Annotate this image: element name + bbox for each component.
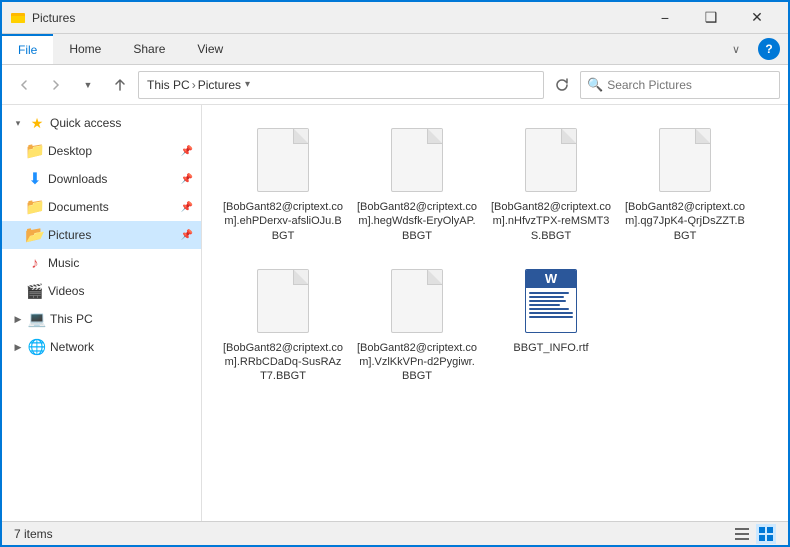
grid-view-button[interactable] (756, 524, 776, 544)
network-label: Network (50, 340, 193, 354)
pictures-label: Pictures (48, 228, 177, 242)
address-path[interactable]: This PC › Pictures ▾ (138, 71, 544, 99)
sidebar-item-network[interactable]: ▶ 🌐 Network (2, 333, 201, 361)
computer-icon: 💻 (28, 310, 46, 328)
refresh-button[interactable] (548, 71, 576, 99)
file-icon-3 (519, 124, 583, 196)
file-icon-5 (251, 265, 315, 337)
file-icon-2 (385, 124, 449, 196)
documents-label: Documents (48, 200, 177, 214)
music-label: Music (48, 256, 193, 270)
file-icon-1 (251, 124, 315, 196)
item-count: 7 items (14, 527, 53, 541)
window-icon (10, 10, 26, 26)
sidebar-item-downloads[interactable]: ⬇ Downloads 📌 (2, 165, 201, 193)
file-icon-6 (385, 265, 449, 337)
file-icon-7: W (519, 265, 583, 337)
videos-label: Videos (48, 284, 193, 298)
search-input[interactable] (607, 78, 773, 92)
music-folder-icon: ♪ (26, 254, 44, 272)
tab-view[interactable]: View (181, 34, 239, 64)
sidebar-item-documents[interactable]: 📁 Documents 📌 (2, 193, 201, 221)
file-name-5: [BobGant82@criptext.com].RRbCDaDq-SusRAz… (223, 341, 343, 384)
path-pictures: Pictures (198, 78, 241, 92)
minimize-button[interactable]: − (642, 2, 688, 34)
desktop-label: Desktop (48, 144, 177, 158)
sidebar-item-quick-access[interactable]: ▾ ★ Quick access (2, 109, 201, 137)
tab-share[interactable]: Share (117, 34, 181, 64)
sidebar-item-this-pc[interactable]: ▶ 💻 This PC (2, 305, 201, 333)
path-dropdown-icon: ▾ (245, 79, 250, 90)
main-content: ▾ ★ Quick access 📁 Desktop 📌 ⬇ Downloads… (2, 105, 788, 521)
pin-icon: 📌 (181, 146, 193, 157)
file-name-2: [BobGant82@criptext.com].hegWdsfk-EryOly… (357, 200, 477, 243)
file-item[interactable]: [BobGant82@criptext.com].nHfvzTPX-reMSMT… (486, 117, 616, 250)
videos-folder-icon: 🎬 (26, 282, 44, 300)
list-view-button[interactable] (732, 524, 752, 544)
ribbon-tabs: File Home Share View ∨ ? (2, 34, 788, 64)
pin-icon-docs: 📌 (181, 202, 193, 213)
window-controls: − ❑ ✕ (642, 2, 780, 34)
downloads-label: Downloads (48, 172, 177, 186)
file-icon-4 (653, 124, 717, 196)
toggle-network: ▶ (10, 339, 26, 355)
network-icon: 🌐 (28, 338, 46, 356)
back-button[interactable] (10, 71, 38, 99)
pin-icon-pics: 📌 (181, 230, 193, 241)
file-name-1: [BobGant82@criptext.com].ehPDerxv-afsliO… (223, 200, 343, 243)
sidebar: ▾ ★ Quick access 📁 Desktop 📌 ⬇ Downloads… (2, 105, 202, 521)
sidebar-item-desktop[interactable]: 📁 Desktop 📌 (2, 137, 201, 165)
ribbon-collapse-button[interactable]: ∨ (726, 38, 754, 60)
tab-home[interactable]: Home (53, 34, 117, 64)
sidebar-item-music[interactable]: ♪ Music (2, 249, 201, 277)
pictures-folder-icon: 📂 (26, 226, 44, 244)
close-button[interactable]: ✕ (734, 2, 780, 34)
pin-icon-dl: 📌 (181, 174, 193, 185)
quick-access-label: Quick access (50, 116, 193, 130)
docs-folder-icon: 📁 (26, 198, 44, 216)
sidebar-item-pictures[interactable]: 📂 Pictures 📌 (2, 221, 201, 249)
restore-button[interactable]: ❑ (688, 2, 734, 34)
title-bar: Pictures − ❑ ✕ (2, 2, 788, 34)
status-bar: 7 items (2, 521, 788, 545)
file-item[interactable]: [BobGant82@criptext.com].RRbCDaDq-SusRAz… (218, 258, 348, 391)
window-title: Pictures (32, 11, 642, 25)
address-bar: ▼ This PC › Pictures ▾ 🔍 (2, 65, 788, 105)
up-button[interactable] (106, 71, 134, 99)
file-item[interactable]: [BobGant82@criptext.com].qg7JpK4-QrjDsZZ… (620, 117, 750, 250)
file-item[interactable]: W BBGT_INFO.rtf (486, 258, 616, 391)
forward-button[interactable] (42, 71, 70, 99)
toggle-quick-access: ▾ (10, 115, 26, 131)
file-name-4: [BobGant82@criptext.com].qg7JpK4-QrjDsZZ… (625, 200, 745, 243)
sidebar-item-videos[interactable]: 🎬 Videos (2, 277, 201, 305)
star-icon: ★ (28, 114, 46, 132)
file-item[interactable]: [BobGant82@criptext.com].hegWdsfk-EryOly… (352, 117, 482, 250)
toggle-this-pc: ▶ (10, 311, 26, 327)
explorer-window: Pictures − ❑ ✕ File Home Share View ∨ ? … (0, 0, 790, 547)
files-grid: [BobGant82@criptext.com].ehPDerxv-afsliO… (218, 117, 772, 391)
file-item[interactable]: [BobGant82@criptext.com].ehPDerxv-afsliO… (218, 117, 348, 250)
file-name-3: [BobGant82@criptext.com].nHfvzTPX-reMSMT… (491, 200, 611, 243)
dropdown-button[interactable]: ▼ (74, 71, 102, 99)
ribbon-quick-access: ∨ ? (726, 34, 788, 64)
search-box[interactable]: 🔍 (580, 71, 780, 99)
file-item[interactable]: [BobGant82@criptext.com].VzlKkVPn-d2Pygi… (352, 258, 482, 391)
folder-icon: 📁 (26, 142, 44, 160)
file-name-6: [BobGant82@criptext.com].VzlKkVPn-d2Pygi… (357, 341, 477, 384)
download-folder-icon: ⬇ (26, 170, 44, 188)
view-controls (732, 524, 776, 544)
file-area: [BobGant82@criptext.com].ehPDerxv-afsliO… (202, 105, 788, 521)
file-name-7: BBGT_INFO.rtf (513, 341, 588, 355)
ribbon-help-button[interactable]: ? (758, 38, 780, 60)
tab-file[interactable]: File (2, 34, 53, 64)
path-thispc: This PC (147, 78, 190, 92)
this-pc-label: This PC (50, 312, 193, 326)
search-icon: 🔍 (587, 77, 603, 93)
ribbon: File Home Share View ∨ ? (2, 34, 788, 65)
